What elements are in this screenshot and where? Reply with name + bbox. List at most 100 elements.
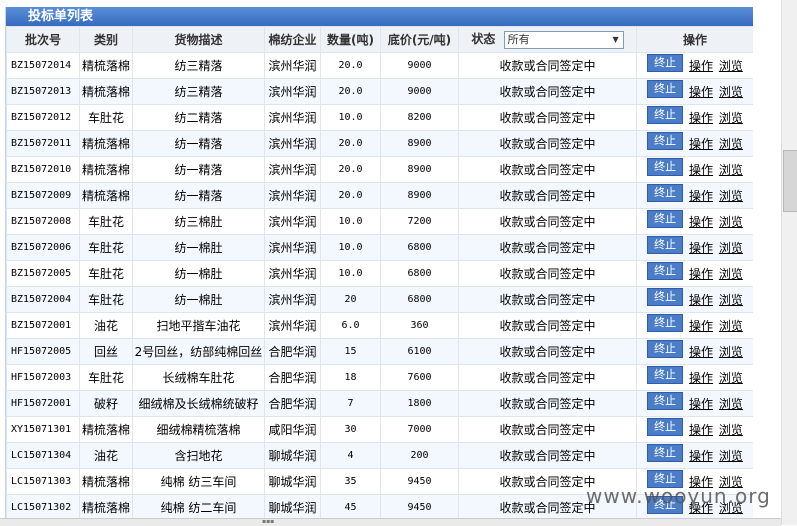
stop-button[interactable]: 终止 xyxy=(647,313,684,332)
cell-quantity: 35 xyxy=(320,468,381,495)
vertical-scrollbar[interactable] xyxy=(781,0,797,525)
operate-link[interactable]: 操作 xyxy=(689,397,713,411)
cell-company: 滨州华润 xyxy=(264,286,321,313)
operate-link[interactable]: 操作 xyxy=(689,293,713,307)
cell-category: 车肚花 xyxy=(79,364,133,391)
chevron-down-icon: ▼ xyxy=(612,34,619,44)
operate-link[interactable]: 操作 xyxy=(689,215,713,229)
table-row: BZ15072006 车肚花 纺一棉肚 滨州华润 10.0 6800 收款或合同签定中 终止 … xyxy=(6,234,753,261)
stop-button[interactable]: 终止 xyxy=(647,183,684,202)
browse-link[interactable]: 浏览 xyxy=(719,345,743,359)
operate-link[interactable]: 操作 xyxy=(689,241,713,255)
operate-link[interactable]: 操作 xyxy=(689,371,713,385)
cell-status: 收款或合同签定中 xyxy=(458,364,637,391)
scrollbar-thumb[interactable] xyxy=(783,150,797,212)
operate-link[interactable]: 操作 xyxy=(689,163,713,177)
browse-link[interactable]: 浏览 xyxy=(719,189,743,203)
cell-company: 合肥华润 xyxy=(264,390,321,417)
operate-link[interactable]: 操作 xyxy=(689,345,713,359)
cell-batch: HF15072001 xyxy=(6,390,80,417)
cell-quantity: 20.0 xyxy=(320,52,381,79)
cell-description: 长绒棉车肚花 xyxy=(132,364,265,391)
cell-description: 纺三精落 xyxy=(132,52,265,79)
browse-link[interactable]: 浏览 xyxy=(719,241,743,255)
table-row: BZ15072011 精梳落棉 纺一精落 滨州华润 20.0 8900 收款或合同签定中 终止… xyxy=(6,130,753,157)
cell-quantity: 45 xyxy=(320,494,381,521)
stop-button[interactable]: 终止 xyxy=(647,261,684,280)
browse-link[interactable]: 浏览 xyxy=(719,371,743,385)
stop-button[interactable]: 终止 xyxy=(647,209,684,228)
status-filter-value: 所有 xyxy=(507,32,530,46)
cell-price: 8900 xyxy=(380,182,459,209)
operate-link[interactable]: 操作 xyxy=(689,111,713,125)
cell-price: 8200 xyxy=(380,104,459,131)
cell-status: 收款或合同签定中 xyxy=(458,156,637,183)
cell-status: 收款或合同签定中 xyxy=(458,312,637,339)
browse-link[interactable]: 浏览 xyxy=(719,163,743,177)
stop-button[interactable]: 终止 xyxy=(647,417,684,436)
stop-button[interactable]: 终止 xyxy=(647,287,684,306)
browse-link[interactable]: 浏览 xyxy=(719,423,743,437)
cell-company: 滨州华润 xyxy=(264,156,321,183)
stop-button[interactable]: 终止 xyxy=(647,157,684,176)
cell-actions: 终止 操作 浏览 xyxy=(636,52,753,79)
cell-company: 滨州华润 xyxy=(264,312,321,339)
cell-company: 滨州华润 xyxy=(264,52,321,79)
browse-link[interactable]: 浏览 xyxy=(719,449,743,463)
stop-button[interactable]: 终止 xyxy=(647,365,684,384)
stop-button[interactable]: 终止 xyxy=(647,131,684,150)
operate-link[interactable]: 操作 xyxy=(689,423,713,437)
operate-link[interactable]: 操作 xyxy=(689,319,713,333)
cell-quantity: 10.0 xyxy=(320,260,381,287)
browse-link[interactable]: 浏览 xyxy=(719,319,743,333)
operate-link[interactable]: 操作 xyxy=(689,189,713,203)
browse-link[interactable]: 浏览 xyxy=(719,85,743,99)
table-header: 批次号 类别 货物描述 棉纺企业 数量(吨) 底价(元/吨) 状态 所有 ▼ 操… xyxy=(6,26,753,53)
status-filter-select[interactable]: 所有 ▼ xyxy=(503,30,624,49)
cell-quantity: 10.0 xyxy=(320,208,381,235)
browse-link[interactable]: 浏览 xyxy=(719,215,743,229)
operate-link[interactable]: 操作 xyxy=(689,85,713,99)
table-row: HF15072001 破籽 细绒棉及长绒棉统破籽 合肥华润 7 1800 收款或合同签定中终… xyxy=(6,390,753,417)
browse-link[interactable]: 浏览 xyxy=(719,137,743,151)
cell-actions: 终止 操作 浏览 xyxy=(636,130,753,157)
browse-link[interactable]: 浏览 xyxy=(719,267,743,281)
stop-button[interactable]: 终止 xyxy=(647,53,684,72)
bid-list-panel: 投标单列表 批次号 类别 货物描述 棉纺企业 数量(吨) 底价(元/吨) 状态 … xyxy=(5,7,753,522)
operate-link[interactable]: 操作 xyxy=(689,267,713,281)
cell-quantity: 4 xyxy=(320,442,381,469)
cell-actions: 终止 操作 浏览 xyxy=(636,156,753,183)
cell-description: 纺一棉肚 xyxy=(132,260,265,287)
stop-button[interactable]: 终止 xyxy=(647,105,684,124)
table-body: BZ15072014 精梳落棉 纺三精落 滨州华润 20.0 9000 收款或合同签定中 终止… xyxy=(6,52,753,521)
stop-button[interactable]: 终止 xyxy=(647,235,684,254)
table-row: BZ15072013 精梳落棉 纺三精落 滨州华润 20.0 9000 收款或合同签定中 终止… xyxy=(6,78,753,105)
cell-price: 6100 xyxy=(380,338,459,365)
cell-category: 破籽 xyxy=(79,390,133,417)
cell-company: 滨州华润 xyxy=(264,130,321,157)
cell-category: 油花 xyxy=(79,312,133,339)
cell-quantity: 7 xyxy=(320,390,381,417)
browse-link[interactable]: 浏览 xyxy=(719,293,743,307)
browse-link[interactable]: 浏览 xyxy=(719,397,743,411)
browse-link[interactable]: 浏览 xyxy=(719,59,743,73)
cell-batch: LC15071304 xyxy=(6,442,80,469)
cell-description: 扫地平揩车油花 xyxy=(132,312,265,339)
cell-quantity: 15 xyxy=(320,338,381,365)
stop-button[interactable]: 终止 xyxy=(647,443,684,462)
stop-button[interactable]: 终止 xyxy=(647,79,684,98)
cell-company: 聊城华润 xyxy=(264,468,321,495)
cell-price: 6800 xyxy=(380,260,459,287)
browse-link[interactable]: 浏览 xyxy=(719,111,743,125)
operate-link[interactable]: 操作 xyxy=(689,449,713,463)
cell-status: 收款或合同签定中 xyxy=(458,208,637,235)
cell-company: 滨州华润 xyxy=(264,234,321,261)
stop-button[interactable]: 终止 xyxy=(647,391,684,410)
cell-batch: LC15071302 xyxy=(6,494,80,521)
operate-link[interactable]: 操作 xyxy=(689,137,713,151)
cell-description: 纯棉 纺三车间 xyxy=(132,468,265,495)
cell-price: 6800 xyxy=(380,286,459,313)
operate-link[interactable]: 操作 xyxy=(689,59,713,73)
stop-button[interactable]: 终止 xyxy=(647,339,684,358)
panel-title: 投标单列表 xyxy=(6,7,753,26)
